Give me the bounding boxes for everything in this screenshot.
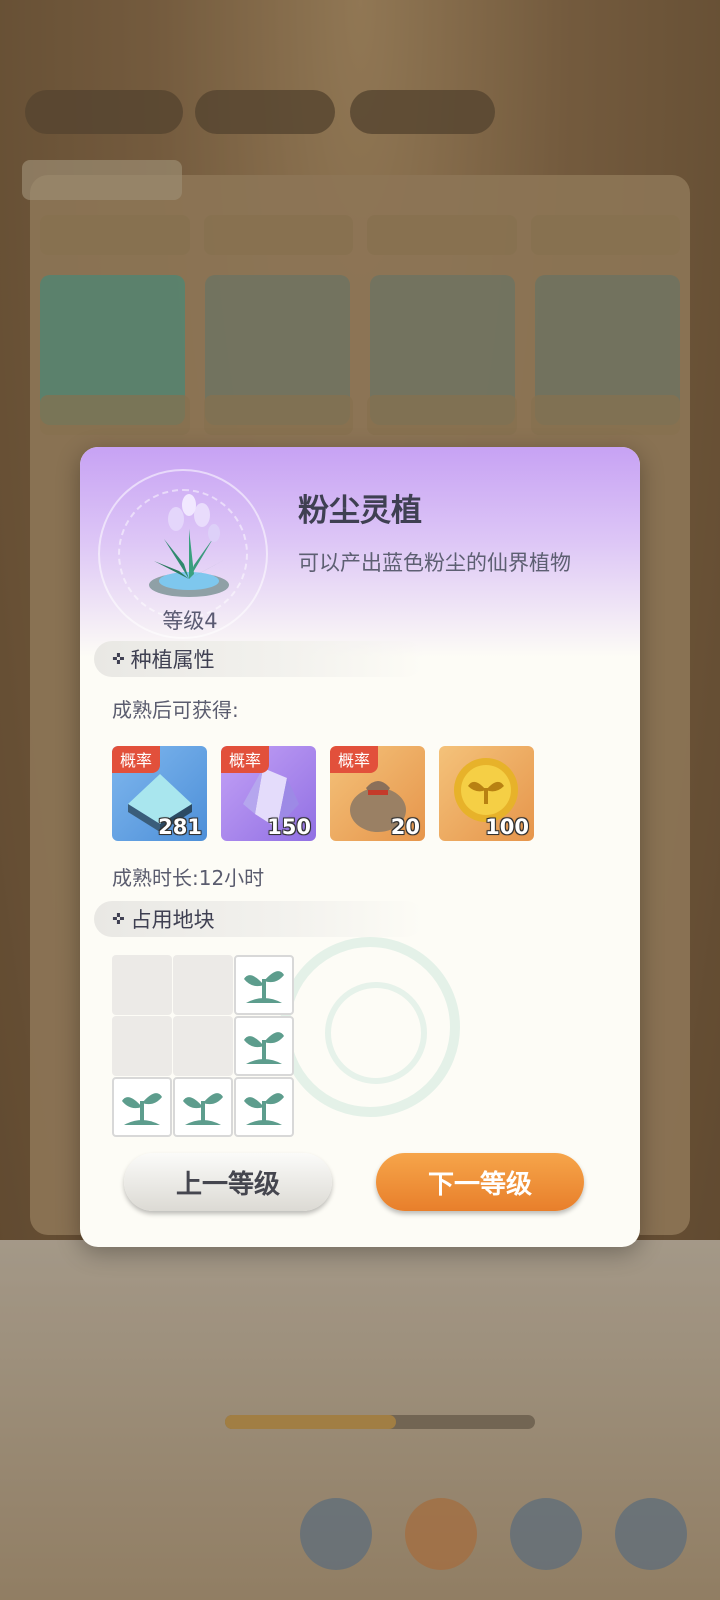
section-header-plot: ✜ 占用地块 <box>94 901 424 937</box>
crystal-flower-icon <box>149 494 229 597</box>
occupied-plot-cell <box>234 1077 294 1137</box>
reward-quantity: 150 <box>267 815 311 839</box>
reward-quantity: 100 <box>485 815 529 839</box>
empty-plot-cell <box>112 1016 172 1076</box>
plant-name: 粉尘灵植 <box>298 493 422 529</box>
section-title: 种植属性 <box>130 648 215 672</box>
sprout-icon <box>122 1093 162 1125</box>
occupied-plot-cell <box>234 955 294 1015</box>
reward-quantity: 281 <box>158 815 202 839</box>
occupied-plot-cell <box>234 1016 294 1076</box>
next-level-button[interactable]: 下一等级 <box>376 1153 584 1211</box>
probability-tag: 概率 <box>330 746 379 773</box>
probability-tag: 概率 <box>221 746 270 773</box>
section-header-attributes: ✜ 种植属性 <box>94 641 424 677</box>
plot-grid <box>112 955 294 1137</box>
harvest-label: 成熟后可获得: <box>112 698 239 722</box>
sprout-icon <box>244 971 284 1003</box>
gold-sprout-coin-icon <box>454 758 518 822</box>
sprout-icon <box>244 1032 284 1064</box>
plant-info-dialog: 等级4 粉尘灵植 可以产出蓝色粉尘的仙界植物 ✜ 种植属性 成熟后可获得: 概率… <box>80 447 640 1247</box>
reward-item[interactable]: 概率 150 <box>221 746 316 841</box>
probability-tag: 概率 <box>112 746 161 773</box>
sprout-icon <box>244 1093 284 1125</box>
reward-item[interactable]: 100 <box>439 746 534 841</box>
empty-plot-cell <box>173 955 233 1015</box>
empty-plot-cell <box>173 1016 233 1076</box>
section-title: 占用地块 <box>130 908 215 932</box>
decor-emblem <box>280 937 460 1117</box>
plant-description: 可以产出蓝色粉尘的仙界植物 <box>298 551 571 575</box>
diamond-icon: ✜ <box>112 910 125 928</box>
reward-item[interactable]: 概率 281 <box>112 746 207 841</box>
sprout-icon <box>183 1093 223 1125</box>
reward-item[interactable]: 概率 20 <box>330 746 425 841</box>
empty-plot-cell <box>112 955 172 1015</box>
previous-level-button[interactable]: 上一等级 <box>124 1153 332 1211</box>
occupied-plot-cell <box>173 1077 233 1137</box>
occupied-plot-cell <box>112 1077 172 1137</box>
reward-quantity: 20 <box>390 815 420 839</box>
reward-list: 概率 281 概率 150 概率 20 100 <box>112 746 534 841</box>
maturity-time: 成熟时长:12小时 <box>112 866 265 890</box>
plant-level: 等级4 <box>162 609 218 633</box>
diamond-icon: ✜ <box>112 650 125 668</box>
